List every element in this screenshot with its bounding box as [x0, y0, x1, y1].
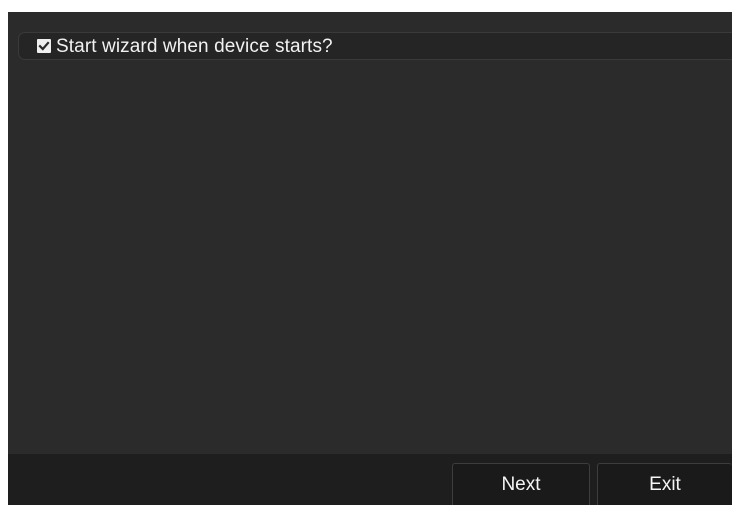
next-button[interactable]: Next	[452, 463, 590, 505]
exit-button[interactable]: Exit	[597, 463, 732, 505]
start-wizard-option[interactable]: Start wizard when device starts?	[18, 32, 732, 60]
start-wizard-label: Start wizard when device starts?	[56, 35, 333, 57]
check-icon	[38, 41, 50, 51]
wizard-panel	[8, 12, 732, 505]
start-wizard-checkbox[interactable]	[37, 39, 51, 53]
